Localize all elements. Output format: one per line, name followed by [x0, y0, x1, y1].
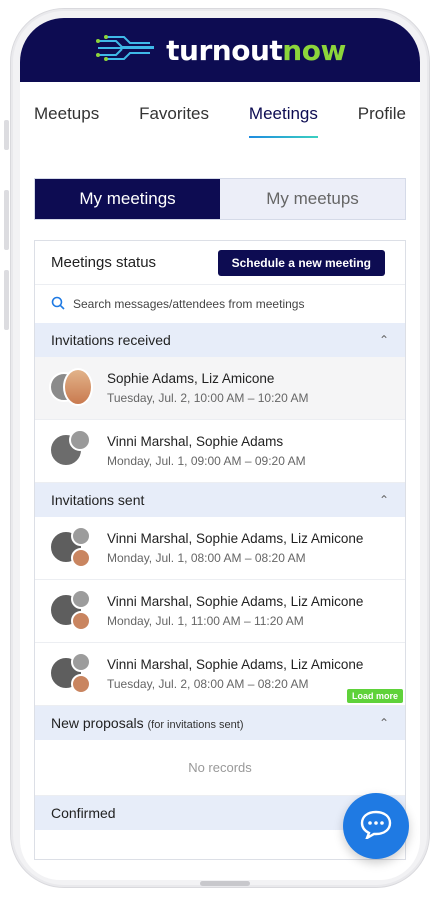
section-label: Invitations received	[51, 332, 171, 348]
meeting-attendees: Vinni Marshal, Sophie Adams, Liz Amicone	[107, 594, 364, 609]
meeting-attendees: Vinni Marshal, Sophie Adams	[107, 434, 284, 449]
meeting-time: Monday, Jul. 1, 08:00 AM – 08:20 AM	[107, 551, 306, 565]
avatar-group	[49, 526, 93, 570]
list-item[interactable]: Vinni Marshal, Sophie Adams, Liz Amicone…	[35, 517, 405, 580]
my-meetings-tab[interactable]: My meetings	[35, 179, 220, 219]
meeting-time: Monday, Jul. 1, 11:00 AM – 11:20 AM	[107, 614, 304, 628]
meeting-time: Tuesday, Jul. 2, 10:00 AM – 10:20 AM	[107, 391, 309, 405]
my-meetups-tab[interactable]: My meetups	[220, 179, 405, 219]
list-item[interactable]: Vinni Marshal, Sophie Adams, Liz Amicone…	[35, 580, 405, 643]
avatar	[71, 652, 91, 672]
meeting-time: Tuesday, Jul. 2, 08:00 AM – 08:20 AM	[107, 677, 309, 691]
chat-bubble-icon	[359, 809, 393, 844]
list-item[interactable]: Vinni Marshal, Sophie Adams, Liz Amicone…	[35, 643, 405, 706]
list-item[interactable]: Sophie Adams, Liz Amicone Tuesday, Jul. …	[35, 357, 405, 420]
section-label: Invitations sent	[51, 492, 145, 508]
avatar-group	[49, 429, 93, 473]
section-sublabel: (for invitations sent)	[147, 719, 244, 731]
avatar-group	[49, 366, 93, 410]
top-nav: Meetups Favorites Meetings Profile	[20, 82, 420, 138]
chevron-up-icon[interactable]: ⌃	[379, 493, 389, 507]
home-indicator	[200, 881, 250, 886]
section-label: Confirmed	[51, 805, 116, 821]
tab-favorites[interactable]: Favorites	[139, 104, 209, 138]
card-title: Meetings status	[51, 254, 157, 271]
tab-meetings[interactable]: Meetings	[248, 104, 318, 138]
avatar	[69, 429, 91, 451]
circuit-logo-icon	[94, 33, 158, 68]
load-more-button[interactable]: Load more	[346, 689, 403, 703]
meetings-status-card: Meetings status Schedule a new meeting S…	[34, 240, 406, 860]
search-placeholder: Search messages/attendees from meetings	[73, 297, 305, 311]
search-icon	[51, 296, 65, 313]
app-screen: turnoutnow Meetups Favorites Meetings Pr…	[20, 18, 420, 880]
brand-name-part1: turnout	[166, 33, 283, 67]
tab-meetups[interactable]: Meetups	[34, 104, 99, 138]
section-label-text: New proposals	[51, 715, 144, 731]
avatar	[63, 368, 93, 406]
avatar	[71, 548, 91, 568]
avatar-group	[49, 589, 93, 633]
brand-logo: turnoutnow	[166, 34, 346, 67]
section-label: New proposals (for invitations sent)	[51, 715, 243, 731]
schedule-meeting-button[interactable]: Schedule a new meeting	[217, 249, 385, 276]
meeting-time: Monday, Jul. 1, 09:00 AM – 09:20 AM	[107, 454, 306, 468]
avatar	[71, 674, 91, 694]
meeting-attendees: Vinni Marshal, Sophie Adams, Liz Amicone	[107, 531, 364, 546]
avatar	[71, 611, 91, 631]
chevron-up-icon[interactable]: ⌃	[379, 333, 389, 347]
empty-state: No records	[35, 740, 405, 796]
meetings-segment-control: My meetings My meetups	[34, 178, 406, 220]
avatar	[71, 526, 91, 546]
card-header: Meetings status Schedule a new meeting	[35, 241, 405, 285]
brand-name-part2: now	[282, 33, 346, 67]
meeting-attendees: Vinni Marshal, Sophie Adams, Liz Amicone	[107, 657, 364, 672]
avatar-group	[49, 652, 93, 696]
avatar	[71, 589, 91, 609]
meeting-attendees: Sophie Adams, Liz Amicone	[107, 371, 275, 386]
chat-button[interactable]	[343, 793, 409, 859]
app-header: turnoutnow	[20, 18, 420, 82]
search-input[interactable]: Search messages/attendees from meetings	[35, 285, 405, 323]
section-invitations-received[interactable]: Invitations received ⌃	[35, 323, 405, 357]
tab-profile[interactable]: Profile	[358, 104, 406, 138]
section-invitations-sent[interactable]: Invitations sent ⌃	[35, 483, 405, 517]
section-new-proposals[interactable]: New proposals (for invitations sent) ⌃	[35, 706, 405, 740]
chevron-up-icon[interactable]: ⌃	[379, 716, 389, 730]
list-item[interactable]: Vinni Marshal, Sophie Adams Monday, Jul.…	[35, 420, 405, 483]
